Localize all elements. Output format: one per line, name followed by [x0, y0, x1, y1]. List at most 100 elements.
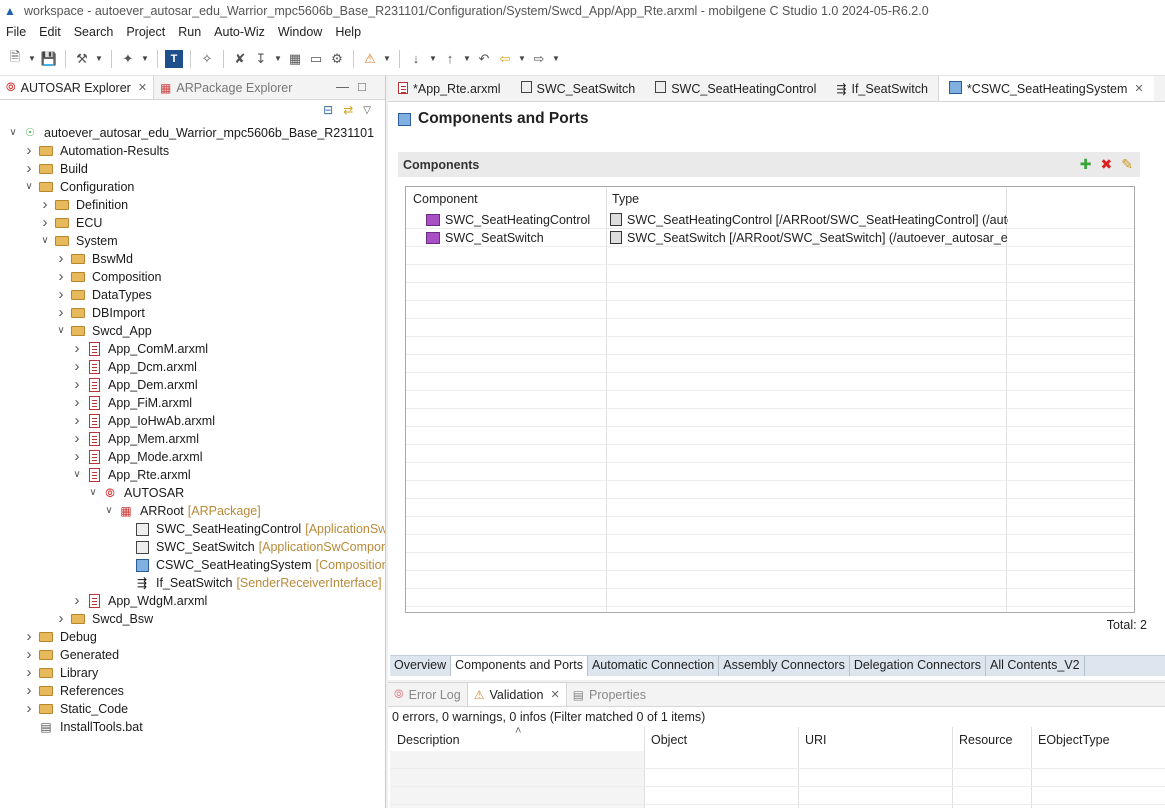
tree-item[interactable]: › Static_Code	[0, 700, 385, 718]
prev-annotation-icon[interactable]: ↑	[441, 50, 459, 68]
chevron-right-icon[interactable]: ›	[72, 358, 82, 376]
column-header-description[interactable]: Description	[397, 733, 460, 747]
tab-swc-seatheatingcontrol[interactable]: SWC_SeatHeatingControl	[645, 76, 826, 101]
view-menu-icon[interactable]: ▽	[363, 105, 371, 116]
tree-item[interactable]: ∨ App_Rte.arxml	[0, 466, 385, 484]
prev-annotation-dropdown-icon[interactable]: ▼	[462, 50, 472, 68]
chevron-right-icon[interactable]: ›	[72, 412, 82, 430]
chevron-down-icon[interactable]: ∨	[72, 466, 82, 484]
tab-automatic-connection[interactable]: Automatic Connection	[588, 656, 720, 676]
tree-item[interactable]: SWC_SeatHeatingControl[ApplicationSwComp…	[0, 520, 385, 538]
chevron-right-icon[interactable]: ›	[72, 376, 82, 394]
tree-item[interactable]: › Swcd_Bsw	[0, 610, 385, 628]
chevron-right-icon[interactable]: ›	[56, 304, 66, 322]
chevron-right-icon[interactable]: ›	[56, 610, 66, 628]
tree-item[interactable]: › App_IoHwAb.arxml	[0, 412, 385, 430]
tree-item[interactable]: › Composition	[0, 268, 385, 286]
chevron-down-icon[interactable]: ∨	[88, 484, 98, 502]
tree-item[interactable]: › DBImport	[0, 304, 385, 322]
menu-auto-wiz[interactable]: Auto-Wiz	[214, 25, 265, 39]
tab-cswc-seatheatingsystem[interactable]: *CSWC_SeatHeatingSystem ✕	[937, 76, 1154, 101]
tab-error-log[interactable]: ⦾ Error Log	[388, 683, 467, 706]
warning-icon[interactable]: ⚠	[361, 50, 379, 68]
layout-icon[interactable]: ▭	[307, 50, 325, 68]
tree-item[interactable]: CSWC_SeatHeatingSystem[CompositionSwComp…	[0, 556, 385, 574]
tab-arpackage-explorer[interactable]: ▦ ARPackage Explorer	[154, 76, 298, 99]
menu-file[interactable]: File	[6, 25, 26, 39]
next-annotation-dropdown-icon[interactable]: ▼	[428, 50, 438, 68]
close-icon[interactable]: ✕	[1134, 82, 1143, 95]
tree-item[interactable]: ∨ Configuration	[0, 178, 385, 196]
menu-search[interactable]: Search	[74, 25, 114, 39]
tree-item[interactable]: › DataTypes	[0, 286, 385, 304]
tree-item[interactable]: › Build	[0, 160, 385, 178]
delete-component-icon[interactable]: ✖	[1101, 156, 1113, 173]
menu-help[interactable]: Help	[335, 25, 361, 39]
column-header-object[interactable]: Object	[651, 733, 687, 747]
tree-item[interactable]: › App_Dem.arxml	[0, 376, 385, 394]
column-header-uri[interactable]: URI	[805, 733, 827, 747]
generate-icon[interactable]: ▦	[286, 50, 304, 68]
tree-item[interactable]: ∨ System	[0, 232, 385, 250]
tree-item[interactable]: › App_Dcm.arxml	[0, 358, 385, 376]
column-header-component[interactable]: Component	[413, 192, 478, 206]
tree-item[interactable]: ⇶ If_SeatSwitch [SenderReceiverInterface]	[0, 574, 385, 592]
wizard-icon[interactable]: ✦	[119, 50, 137, 68]
component-row[interactable]: SWC_SeatHeatingControl SWC_SeatHeatingCon…	[406, 211, 1134, 229]
column-header-resource[interactable]: Resource	[959, 733, 1013, 747]
import-dropdown-icon[interactable]: ▼	[273, 50, 283, 68]
tree-item[interactable]: › Generated	[0, 646, 385, 664]
sort-ascending-icon[interactable]: ˄	[515, 725, 521, 737]
tree-item[interactable]: › ECU	[0, 214, 385, 232]
warning-dropdown-icon[interactable]: ▼	[382, 50, 392, 68]
tree-item[interactable]: ∨ ▦ ARRoot [ARPackage]	[0, 502, 385, 520]
chevron-right-icon[interactable]: ›	[56, 286, 66, 304]
forward-icon[interactable]: ⇨	[530, 50, 548, 68]
chevron-right-icon[interactable]: ›	[72, 448, 82, 466]
close-icon[interactable]: ✕	[138, 81, 147, 94]
column-header-type[interactable]: Type	[612, 192, 639, 206]
wizard-dropdown-icon[interactable]: ▼	[140, 50, 150, 68]
tab-validation[interactable]: ⚠ Validation ✕	[466, 683, 567, 706]
tree-item[interactable]: ∨ ☉ autoever_autosar_edu_Warrior_mpc5606b_…	[0, 124, 385, 142]
last-edit-icon[interactable]: ↶	[475, 50, 493, 68]
chevron-right-icon[interactable]: ›	[56, 250, 66, 268]
tab-components-and-ports[interactable]: Components and Ports	[451, 656, 588, 676]
save-icon[interactable]: 💾	[40, 50, 58, 68]
build-dropdown-icon[interactable]: ▼	[94, 50, 104, 68]
chevron-down-icon[interactable]: ∨	[24, 178, 34, 196]
collapse-all-icon[interactable]: ⊟	[323, 103, 333, 117]
back-dropdown-icon[interactable]: ▼	[517, 50, 527, 68]
add-component-icon[interactable]: ✚	[1080, 156, 1092, 173]
chevron-down-icon[interactable]: ∨	[8, 124, 18, 142]
chevron-down-icon[interactable]: ∨	[104, 502, 114, 520]
tab-assembly-connectors[interactable]: Assembly Connectors	[719, 656, 850, 676]
tree-item[interactable]: › Library	[0, 664, 385, 682]
tree-item[interactable]: SWC_SeatSwitch[ApplicationSwComponentTyp…	[0, 538, 385, 556]
tab-overview[interactable]: Overview	[390, 656, 452, 676]
back-icon[interactable]: ⇦	[496, 50, 514, 68]
tools-icon[interactable]: ⚙	[328, 50, 346, 68]
chevron-right-icon[interactable]: ›	[40, 214, 50, 232]
tree-item[interactable]: › App_Mem.arxml	[0, 430, 385, 448]
chevron-right-icon[interactable]: ›	[56, 268, 66, 286]
tab-if-seatswitch[interactable]: ⇶ If_SeatSwitch	[826, 76, 938, 101]
column-header-eobjecttype[interactable]: EObjectType	[1038, 733, 1110, 747]
menu-project[interactable]: Project	[126, 25, 165, 39]
tab-delegation-connectors[interactable]: Delegation Connectors	[850, 656, 986, 676]
chevron-right-icon[interactable]: ›	[24, 142, 34, 160]
chevron-down-icon[interactable]: ∨	[56, 322, 66, 340]
menu-window[interactable]: Window	[278, 25, 322, 39]
close-icon[interactable]: ✕	[550, 688, 559, 701]
chevron-right-icon[interactable]: ›	[24, 682, 34, 700]
chevron-right-icon[interactable]: ›	[24, 700, 34, 718]
import-icon[interactable]: ↧	[252, 50, 270, 68]
chevron-right-icon[interactable]: ›	[72, 394, 82, 412]
component-row[interactable]: SWC_SeatSwitch SWC_SeatSwitch [/ARRoot/SW…	[406, 229, 1134, 247]
chevron-right-icon[interactable]: ›	[24, 628, 34, 646]
tree-item[interactable]: ∨ ⦾ AUTOSAR	[0, 484, 385, 502]
tab-properties[interactable]: ▤ Properties	[567, 683, 652, 706]
chevron-down-icon[interactable]: ∨	[40, 232, 50, 250]
chevron-right-icon[interactable]: ›	[72, 430, 82, 448]
tree-item[interactable]: ▤ InstallTools.bat	[0, 718, 385, 736]
